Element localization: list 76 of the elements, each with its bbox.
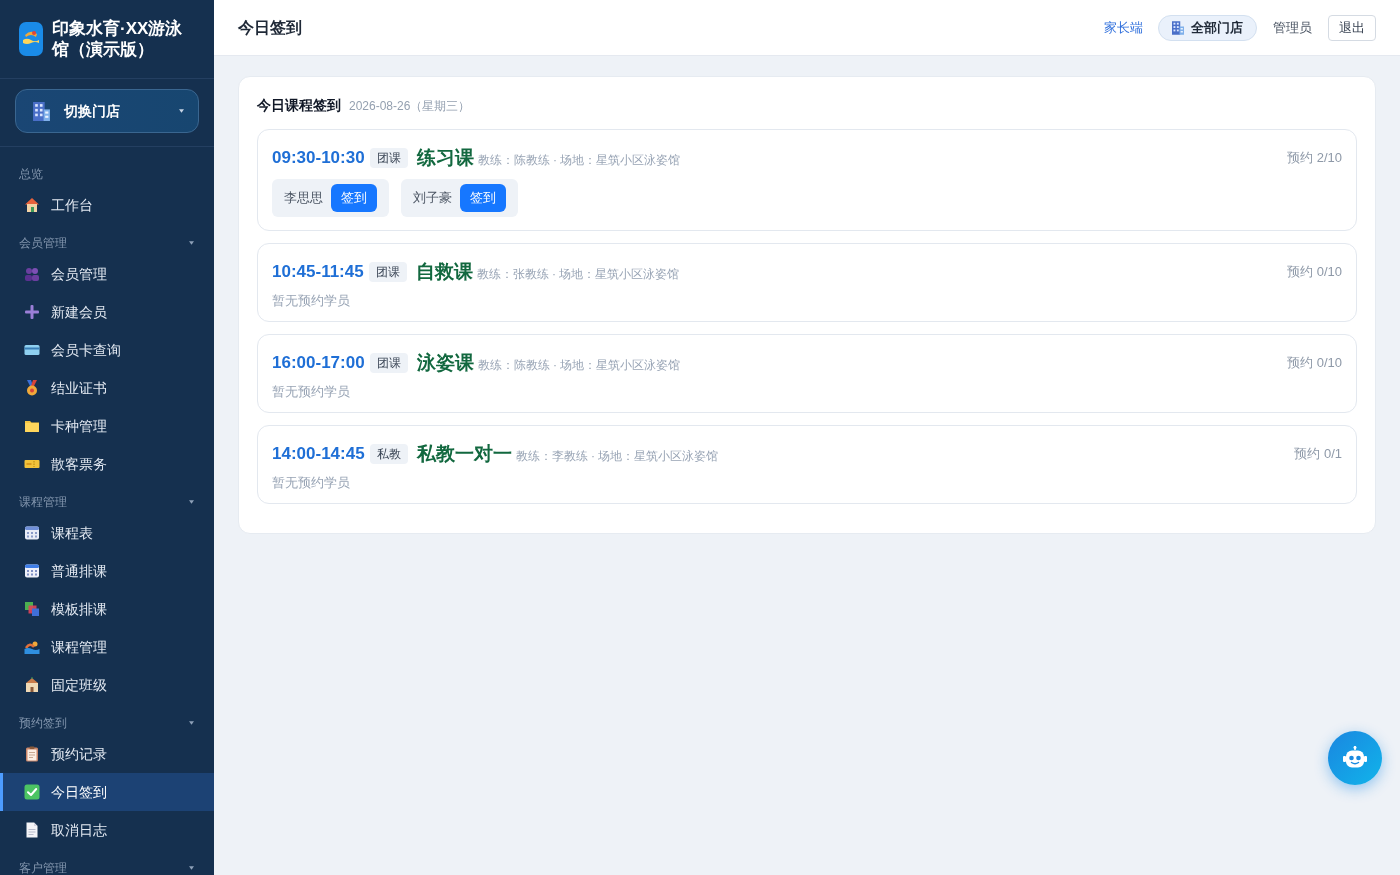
nav-section-title: 会员管理 <box>19 235 68 251</box>
nav-item[interactable]: 模板排课 <box>0 590 214 628</box>
app-logo-icon <box>19 22 43 56</box>
robot-icon <box>1343 746 1367 770</box>
course-time: 09:30-10:30 <box>272 147 365 170</box>
course-name: 私教一对一 <box>416 441 512 466</box>
switch-store-button[interactable]: 切换门店 <box>15 89 199 133</box>
swimmer-icon <box>24 639 40 655</box>
empty-message: 暂无预约学员 <box>272 292 350 310</box>
nav-section-title: 总览 <box>19 166 44 182</box>
parent-portal-link[interactable]: 家长端 <box>1104 17 1143 38</box>
nav-item[interactable]: 结业证书 <box>0 369 214 407</box>
course-time: 10:45-11:45 <box>272 261 364 284</box>
people-icon <box>24 266 40 282</box>
plus-icon <box>24 304 40 320</box>
nav-item[interactable]: 工作台 <box>0 186 214 224</box>
course-name: 泳姿课 <box>416 350 474 375</box>
nav-item[interactable]: 今日签到 <box>0 773 214 811</box>
building-icon <box>33 101 50 121</box>
house-icon <box>24 677 40 693</box>
panel-date: 2026-08-26（星期三） <box>349 98 471 115</box>
student-name: 刘子豪 <box>413 189 452 208</box>
booking-count: 预约 2/10 <box>1287 149 1342 167</box>
nav-section-title: 预约签到 <box>19 715 68 731</box>
nav-item[interactable]: 普通排课 <box>0 552 214 590</box>
student-name: 李思思 <box>284 189 323 208</box>
empty-message: 暂无预约学员 <box>272 383 350 401</box>
document-icon <box>24 822 40 838</box>
course-name: 练习课 <box>416 145 474 170</box>
squares-icon <box>24 601 40 617</box>
medal-icon <box>24 380 40 396</box>
brand-name: 印象水育·XX游泳馆（演示版） <box>52 18 184 60</box>
store-selector[interactable]: 全部门店 <box>1158 14 1257 41</box>
booking-count: 预约 0/10 <box>1287 263 1342 281</box>
nav-item[interactable]: 预约记录 <box>0 735 214 773</box>
calendar-icon <box>24 525 40 541</box>
assistant-robot-button[interactable] <box>1328 731 1382 785</box>
course-details: 教练：张教练 · 场地：星筑小区泳姿馆 <box>476 265 680 283</box>
nav-item[interactable]: 会员卡查询 <box>0 331 214 369</box>
caret-icon <box>179 109 184 113</box>
clipboard-icon <box>24 746 40 762</box>
house-icon <box>24 197 40 213</box>
nav-section-title: 课程管理 <box>19 494 68 510</box>
check-in-button[interactable]: 签到 <box>331 184 377 212</box>
course-type-tag: 团课 <box>368 262 407 282</box>
nav-item[interactable]: 取消日志 <box>0 811 214 849</box>
nav-section-title: 客户管理 <box>19 860 68 875</box>
booking-count: 预约 0/10 <box>1287 354 1342 372</box>
nav-item[interactable]: 卡种管理 <box>0 407 214 445</box>
check-in-button[interactable]: 签到 <box>460 184 506 212</box>
booking-count: 预约 0/1 <box>1294 445 1342 463</box>
course-details: 教练：陈教练 · 场地：星筑小区泳姿馆 <box>477 151 681 169</box>
course-details: 教练：李教练 · 场地：星筑小区泳姿馆 <box>515 447 719 465</box>
folder-icon <box>24 418 40 434</box>
building-icon <box>1172 20 1184 35</box>
page-title: 今日签到 <box>238 18 302 36</box>
nav-item[interactable]: 会员管理 <box>0 255 214 293</box>
course-type-tag: 私教 <box>369 444 408 464</box>
nav-item[interactable]: 新建会员 <box>0 293 214 331</box>
course-time: 16:00-17:00 <box>272 352 365 375</box>
logout-button[interactable]: 退出 <box>1328 14 1376 41</box>
nav-item[interactable]: 散客票务 <box>0 445 214 483</box>
course-type-tag: 团课 <box>369 148 408 168</box>
course-name: 自救课 <box>415 259 473 284</box>
empty-message: 暂无预约学员 <box>272 474 350 492</box>
calendar-icon <box>24 563 40 579</box>
nav-item[interactable]: 课程表 <box>0 514 214 552</box>
panel-title: 今日课程签到 <box>257 96 341 115</box>
card-icon <box>24 342 40 358</box>
user-name: 管理员 <box>1273 18 1312 37</box>
course-details: 教练：陈教练 · 场地：星筑小区泳姿馆 <box>477 356 681 374</box>
course-type-tag: 团课 <box>369 353 408 373</box>
course-time: 14:00-14:45 <box>272 443 365 466</box>
nav-item[interactable]: 课程管理 <box>0 628 214 666</box>
checkbox-icon <box>24 784 40 800</box>
nav-item[interactable]: 固定班级 <box>0 666 214 704</box>
